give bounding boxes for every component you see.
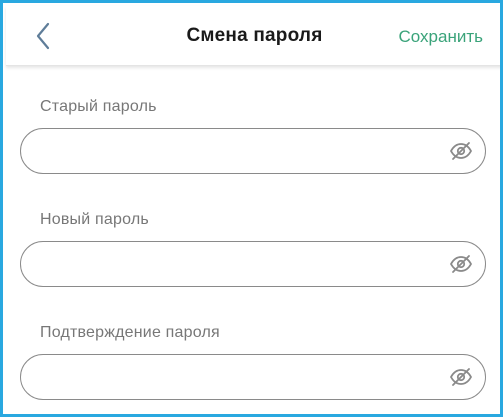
save-button[interactable]: Сохранить xyxy=(399,27,483,47)
new-password-input[interactable] xyxy=(41,242,445,288)
app-header: Смена пароля Сохранить xyxy=(6,6,500,66)
old-password-field[interactable] xyxy=(20,128,486,175)
confirm-password-label: Подтверждение пароля xyxy=(40,324,220,341)
old-password-label: Старый пароль xyxy=(40,98,157,115)
screen-frame: Смена пароля Сохранить Старый пароль Нов… xyxy=(0,0,503,417)
eye-off-icon[interactable] xyxy=(449,141,473,161)
old-password-input[interactable] xyxy=(41,129,445,175)
new-password-label: Новый пароль xyxy=(40,211,149,228)
new-password-field[interactable] xyxy=(20,241,486,288)
eye-off-icon[interactable] xyxy=(449,254,473,274)
confirm-password-input[interactable] xyxy=(41,355,445,401)
confirm-password-field[interactable] xyxy=(20,354,486,401)
eye-off-icon[interactable] xyxy=(449,367,473,387)
password-form: Старый пароль Новый пароль Подтверждение… xyxy=(6,66,500,414)
